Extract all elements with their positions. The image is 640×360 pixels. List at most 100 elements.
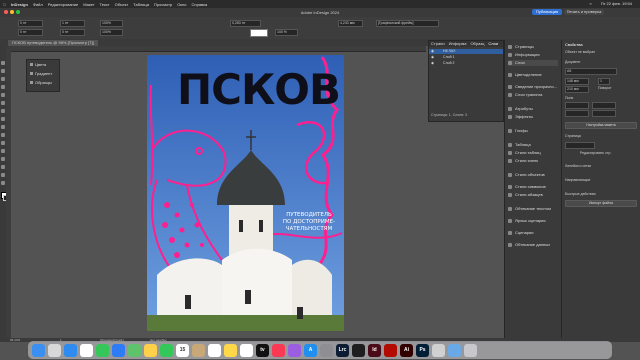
reminders-dock-icon[interactable] xyxy=(208,343,221,357)
menu-layout[interactable]: Макет xyxy=(83,2,94,7)
photos-dock-icon[interactable] xyxy=(144,343,157,357)
object-style-field[interactable]: [Графический фрейм] xyxy=(376,20,439,27)
zoom-level[interactable]: 96,44% xyxy=(10,338,20,342)
tab-swatches[interactable]: Образц xyxy=(470,41,484,47)
tab-pages[interactable]: Страни xyxy=(431,41,445,47)
gradient-tool-icon[interactable] xyxy=(1,157,5,161)
document-page[interactable]: ПСКОВ ПУТЕВОДИТЕЛЬ ПО ДОСТОПРИМЕ- ЧАТЕЛЬ… xyxy=(147,55,344,331)
photoshop-dock-icon[interactable]: Ps xyxy=(416,343,429,357)
eye-icon[interactable]: ◉ xyxy=(431,55,434,59)
contacts-dock-icon[interactable] xyxy=(192,343,205,357)
freeform-dock-icon[interactable] xyxy=(240,343,253,357)
music-dock-icon[interactable] xyxy=(272,343,285,357)
horizontal-ruler[interactable] xyxy=(6,46,426,52)
direct-selection-tool-icon[interactable] xyxy=(1,69,5,73)
tab-layers[interactable]: Слои xyxy=(488,41,498,47)
x-field[interactable]: 0 пт xyxy=(18,20,43,27)
poster-title[interactable]: ПСКОВ xyxy=(177,65,341,114)
poster-subtitle[interactable]: ПУТЕВОДИТЕЛЬ ПО ДОСТОПРИМЕ- ЧАТЕЛЬНОСТЯМ xyxy=(279,212,339,233)
size-field[interactable]: 4,233 мм xyxy=(338,20,363,27)
panel-attributes[interactable]: Атрибуты xyxy=(508,106,533,112)
panel-object-styles[interactable]: Стили объектов xyxy=(508,172,545,178)
eyedropper-tool-icon[interactable] xyxy=(1,165,5,169)
panel-separations[interactable]: Цветоделение xyxy=(508,72,542,78)
acrobat-dock-icon[interactable] xyxy=(384,343,397,357)
panel-script-label[interactable]: Ярлык сценария xyxy=(508,218,546,224)
layer-row[interactable]: ◉ Слой 2 xyxy=(429,61,503,66)
margin-bottom-input[interactable] xyxy=(592,102,616,109)
menu-object[interactable]: Объект xyxy=(115,2,129,7)
layer-row[interactable]: ◉ Слой 1 xyxy=(429,55,503,60)
import-file-button[interactable]: Импорт файла xyxy=(565,200,637,207)
wifi-icon[interactable]: ≈ xyxy=(590,1,592,6)
swatches-item[interactable]: Образцы xyxy=(27,78,59,87)
notes-dock-icon[interactable] xyxy=(224,343,237,357)
folder-dock-icon[interactable] xyxy=(448,343,461,357)
zoom-tool-icon[interactable] xyxy=(1,181,5,185)
transform-tool-icon[interactable] xyxy=(1,149,5,153)
panel-character-styles[interactable]: Стили символов xyxy=(508,184,546,190)
hand-tool-icon[interactable] xyxy=(1,173,5,177)
panel-trap[interactable]: Слои трапинга xyxy=(508,92,542,98)
pencil-tool-icon[interactable] xyxy=(1,117,5,121)
menu-edit[interactable]: Редактирование xyxy=(48,2,78,7)
height-field[interactable]: 0 пт xyxy=(60,29,85,36)
indesign-dock-icon[interactable]: Id xyxy=(368,343,381,357)
gap-tool-icon[interactable] xyxy=(1,85,5,89)
panel-cell-styles[interactable]: Стили ячеек xyxy=(508,158,538,164)
stroke-style-preview[interactable] xyxy=(250,29,268,37)
panel-table-styles[interactable]: Стили таблиц xyxy=(508,150,541,156)
page-tool-icon[interactable] xyxy=(1,77,5,81)
line-tool-icon[interactable] xyxy=(1,101,5,105)
chrome-dock-icon[interactable] xyxy=(80,343,93,357)
lightroom-dock-icon[interactable]: Lrc xyxy=(336,343,349,357)
edit-page-button[interactable]: Редактировать стр. xyxy=(580,151,611,155)
menu-help[interactable]: Справка xyxy=(192,2,208,7)
messages-dock-icon[interactable] xyxy=(96,343,109,357)
eye-icon[interactable]: ◉ xyxy=(431,49,434,53)
print-check-button[interactable]: Печать и проверка xyxy=(564,9,604,15)
illustrator-dock-icon[interactable]: Ai xyxy=(400,343,413,357)
clock[interactable]: Пт 22 фев. 19:54 xyxy=(601,1,632,6)
vertical-ruler[interactable] xyxy=(6,51,11,338)
figma-dock-icon[interactable] xyxy=(352,343,365,357)
scale-x-field[interactable]: 100% xyxy=(100,20,123,27)
margin-right-input[interactable] xyxy=(592,110,616,117)
eye-icon[interactable]: ◉ xyxy=(431,61,434,65)
menu-table[interactable]: Таблица xyxy=(133,2,149,7)
mail-dock-icon[interactable] xyxy=(112,343,125,357)
safari-dock-icon[interactable] xyxy=(64,343,77,357)
margin-left-input[interactable] xyxy=(565,110,589,117)
maps-dock-icon[interactable] xyxy=(128,343,141,357)
pages-input[interactable]: 1 xyxy=(598,78,610,85)
scissors-tool-icon[interactable] xyxy=(1,141,5,145)
layer-row[interactable]: ◉ Н8 ЛАХ xyxy=(429,49,503,54)
properties-header[interactable]: Свойства xyxy=(565,42,583,47)
panel-effects[interactable]: Эффекты xyxy=(508,114,533,120)
settings-dock-icon[interactable] xyxy=(320,343,333,357)
scale-y-field[interactable]: 100% xyxy=(100,29,123,36)
panel-layers[interactable]: Слои xyxy=(508,60,558,66)
panel-table[interactable]: Таблица xyxy=(508,142,531,148)
y-field[interactable]: 0 пт xyxy=(18,29,43,36)
type-tool-icon[interactable] xyxy=(1,93,5,97)
menu-window[interactable]: Окно xyxy=(177,2,186,7)
opacity-field[interactable]: 100 % xyxy=(275,29,298,36)
gradient-item[interactable]: Градиент xyxy=(27,69,59,78)
menu-type[interactable]: Текст xyxy=(100,2,110,7)
tv-dock-icon[interactable]: tv xyxy=(256,343,269,357)
width-field[interactable]: 1 пт xyxy=(60,20,85,27)
panel-info[interactable]: Информация xyxy=(508,52,540,58)
panel-text-wrap[interactable]: Обтекание текстом xyxy=(508,206,551,212)
selection-tool-icon[interactable] xyxy=(1,61,5,65)
width-input[interactable]: 148 мм xyxy=(565,78,589,85)
panel-pages[interactable]: Страницы xyxy=(508,44,534,50)
rectangle-tool-icon[interactable] xyxy=(1,133,5,137)
panel-data-merge[interactable]: Обтекание данных xyxy=(508,242,550,248)
launchpad-dock-icon[interactable] xyxy=(48,343,61,357)
trash-dock-icon[interactable] xyxy=(464,343,477,357)
tab-info[interactable]: Информа xyxy=(449,41,467,47)
menu-view[interactable]: Просмотр xyxy=(154,2,172,7)
panel-paragraph-styles[interactable]: Стили абзацев xyxy=(508,192,543,198)
publish-button[interactable]: Публикация xyxy=(532,9,562,15)
